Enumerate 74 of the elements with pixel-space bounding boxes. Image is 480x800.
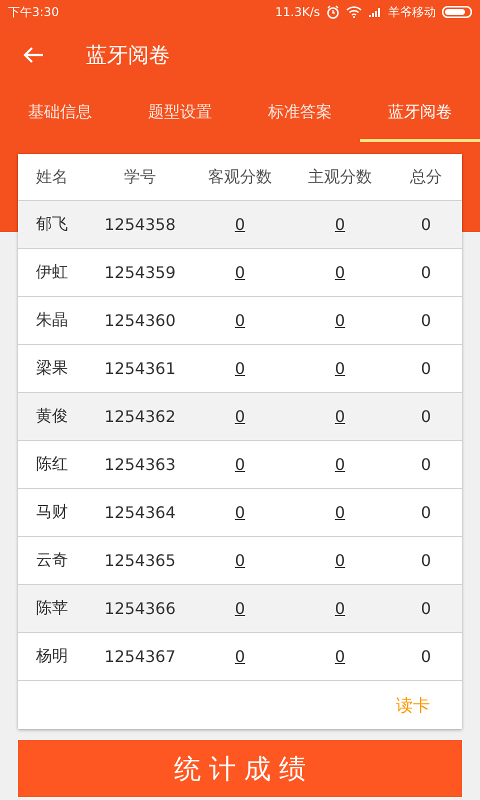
column-header: 客观分数 [208,166,272,188]
objective-score-link[interactable]: 0 [234,407,246,426]
total-score-cell: 0 [420,599,432,618]
total-score-cell: 0 [420,263,432,282]
name-cell-text: 朱晶 [35,310,69,331]
name-cell-text: 郁飞 [35,214,69,235]
column-header: 主观分数 [308,166,372,188]
total-score-cell: 0 [420,359,432,378]
total-score-cell: 0 [420,215,432,234]
objective-score-link[interactable]: 0 [234,311,246,330]
subjective-score-link[interactable]: 0 [334,503,346,522]
total-score-cell: 0 [420,647,432,666]
column-header: 总分 [410,166,442,188]
objective-score-link[interactable]: 0 [234,551,246,570]
name-cell-text: 陈红 [35,454,69,475]
total-score-cell: 0 [420,311,432,330]
student-row[interactable]: 马财 1254364 0 0 0 [18,489,462,537]
subjective-score-link[interactable]: 0 [334,599,346,618]
back-arrow-icon[interactable] [22,46,44,64]
student-row[interactable]: 朱晶 1254360 0 0 0 [18,297,462,345]
objective-score-link[interactable]: 0 [234,455,246,474]
subjective-score-link[interactable]: 0 [334,359,346,378]
subjective-score-link[interactable]: 0 [334,263,346,282]
name-cell-text: 云奇 [35,550,69,571]
name-cell-text: 马财 [35,502,69,523]
alarm-icon [326,5,340,19]
student-row[interactable]: 梁果 1254361 0 0 0 [18,345,462,393]
subjective-score-link[interactable]: 0 [334,407,346,426]
objective-score-link[interactable]: 0 [234,647,246,666]
name-cell-text: 杨明 [35,646,69,667]
student-id-cell: 1254362 [104,407,176,426]
student-id-cell: 1254358 [104,215,176,234]
student-row[interactable]: 云奇 1254365 0 0 0 [18,537,462,585]
student-row[interactable]: 郁飞 1254358 0 0 0 [18,201,462,249]
total-score-cell: 0 [420,455,432,474]
wifi-icon [346,6,362,18]
student-id-cell: 1254367 [104,647,176,666]
student-row[interactable]: 杨明 1254367 0 0 0 [18,633,462,681]
network-speed: 11.3K/s [275,5,320,19]
subjective-score-link[interactable]: 0 [334,311,346,330]
student-id-cell: 1254366 [104,599,176,618]
student-id-cell: 1254365 [104,551,176,570]
battery-icon [442,6,472,18]
student-id-cell: 1254361 [104,359,176,378]
subjective-score-link[interactable]: 0 [334,647,346,666]
subjective-score-link[interactable]: 0 [334,215,346,234]
subjective-score-link[interactable]: 0 [334,455,346,474]
status-time: 下午3:30 [8,4,59,20]
column-header: 姓名 [35,166,69,188]
objective-score-link[interactable]: 0 [234,263,246,282]
screen-title: 蓝牙阅卷 [86,42,170,69]
student-id-cell: 1254363 [104,455,176,474]
total-score-cell: 0 [420,407,432,426]
name-cell-text: 陈苹 [35,598,69,619]
total-score-cell: 0 [420,503,432,522]
objective-score-link[interactable]: 0 [234,599,246,618]
student-row[interactable]: 陈苹 1254366 0 0 0 [18,585,462,633]
student-id-cell: 1254364 [104,503,176,522]
name-cell-text: 伊虹 [35,262,69,283]
name-cell-text: 梁果 [35,358,69,379]
objective-score-link[interactable]: 0 [234,215,246,234]
name-cell-text: 黄俊 [35,406,69,427]
student-id-cell: 1254360 [104,311,176,330]
objective-score-link[interactable]: 0 [234,359,246,378]
student-row[interactable]: 伊虹 1254359 0 0 0 [18,249,462,297]
column-header: 学号 [124,166,156,188]
student-id-cell: 1254359 [104,263,176,282]
signal-icon [368,7,382,17]
student-row[interactable]: 黄俊 1254362 0 0 0 [18,393,462,441]
student-row[interactable]: 陈红 1254363 0 0 0 [18,441,462,489]
objective-score-link[interactable]: 0 [234,503,246,522]
subjective-score-link[interactable]: 0 [334,551,346,570]
total-score-cell: 0 [420,551,432,570]
carrier-name: 羊爷移动 [388,4,436,20]
